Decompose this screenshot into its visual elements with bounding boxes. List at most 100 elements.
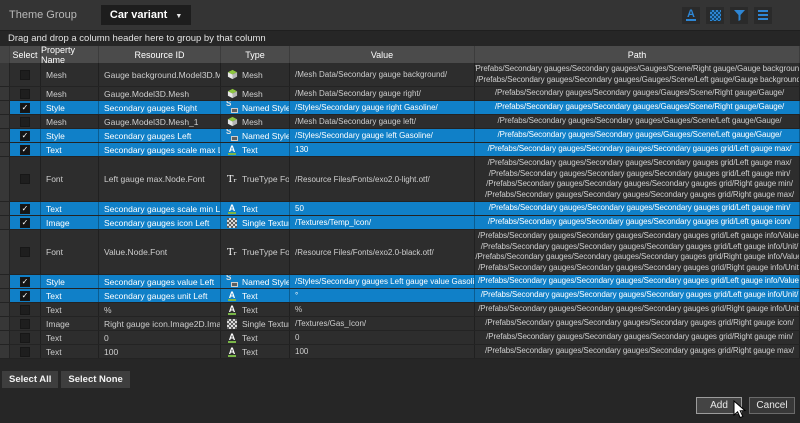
table-row[interactable]: Mesh Gauge background.Model3D.Mesh Mesh … xyxy=(0,63,800,87)
type-cell: TᵣTrueType Font xyxy=(221,157,290,201)
path-cell: /Prefabs/Secondary gauges/Secondary gaug… xyxy=(475,143,800,156)
texture-resources-icon[interactable] xyxy=(706,7,724,24)
dialog-buttons: Add Cancel xyxy=(696,397,795,414)
resource-id-cell: Gauge.Model3D.Mesh_1 xyxy=(99,115,221,128)
path-line: /Prefabs/Secondary gauges/Secondary gaug… xyxy=(478,304,800,315)
path-line: /Prefabs/Secondary gauges/Secondary gaug… xyxy=(488,217,791,228)
path-line: /Prefabs/Secondary gauges/Secondary gaug… xyxy=(497,116,781,127)
type-cell: AText xyxy=(221,289,290,302)
select-none-button[interactable]: Select None xyxy=(61,371,129,388)
property-name-cell: Mesh xyxy=(41,87,99,100)
resource-id-cell: 100 xyxy=(99,345,221,358)
property-name-cell: Mesh xyxy=(41,63,99,86)
property-name-cell: Text xyxy=(41,143,99,156)
named-style-icon: S xyxy=(226,130,238,141)
named-style-icon: S xyxy=(226,276,238,287)
type-cell: AText xyxy=(221,303,290,316)
table-header-row: Select Property Name Resource ID Type Va… xyxy=(0,46,800,63)
table-row[interactable]: ✓ Style Secondary gauges value Left SNam… xyxy=(0,275,800,289)
column-header-select[interactable]: Select xyxy=(10,46,41,63)
type-cell: Single Texture xyxy=(221,317,290,330)
select-cell xyxy=(10,303,41,316)
row-checkbox[interactable]: ✓ xyxy=(20,131,30,141)
property-name-cell: Text xyxy=(41,202,99,215)
path-cell: /Prefabs/Secondary gauges/Secondary gaug… xyxy=(475,317,800,330)
row-checkbox[interactable]: ✓ xyxy=(20,145,30,155)
resource-id-cell: Secondary gauges scale max Left xyxy=(99,143,221,156)
path-line: /Prefabs/Secondary gauges/Secondary gaug… xyxy=(488,158,792,169)
group-by-drop-zone[interactable]: Drag and drop a column header here to gr… xyxy=(0,31,800,46)
path-line: /Prefabs/Secondary gauges/Secondary gaug… xyxy=(478,276,800,287)
row-checkbox[interactable]: ✓ xyxy=(20,103,30,113)
row-checkbox[interactable]: ✓ xyxy=(20,204,30,214)
table-row[interactable]: Text % AText % /Prefabs/Secondary gauges… xyxy=(0,303,800,317)
row-checkbox[interactable] xyxy=(20,89,30,99)
row-gutter xyxy=(0,115,10,128)
table-row[interactable]: Text 100 AText 100 /Prefabs/Secondary ga… xyxy=(0,345,800,359)
row-gutter xyxy=(0,289,10,302)
property-name-cell: Text xyxy=(41,345,99,358)
row-checkbox[interactable] xyxy=(20,174,30,184)
column-header-value[interactable]: Value xyxy=(290,46,475,63)
font-resources-icon[interactable]: A xyxy=(682,7,700,24)
grid-body: Mesh Gauge background.Model3D.Mesh Mesh … xyxy=(0,63,800,359)
column-header-gutter xyxy=(0,46,10,63)
path-cell: /Prefabs/Secondary gauges/Secondary gaug… xyxy=(475,129,800,142)
row-gutter xyxy=(0,157,10,201)
table-row[interactable]: Font Left gauge max.Node.Font TᵣTrueType… xyxy=(0,157,800,202)
table-row[interactable]: ✓ Style Secondary gauges Left SNamed Sty… xyxy=(0,129,800,143)
list-view-icon[interactable] xyxy=(754,7,772,24)
table-row[interactable]: ✓ Image Secondary gauges icon Left Singl… xyxy=(0,216,800,230)
select-cell: ✓ xyxy=(10,216,41,229)
row-checkbox[interactable] xyxy=(20,347,30,357)
row-checkbox[interactable] xyxy=(20,319,30,329)
row-checkbox[interactable] xyxy=(20,333,30,343)
path-cell: /Prefabs/Secondary gauges/Secondary gaug… xyxy=(475,216,800,229)
mesh-icon xyxy=(226,116,238,127)
property-name-cell: Image xyxy=(41,216,99,229)
row-checkbox[interactable]: ✓ xyxy=(20,218,30,228)
theme-group-dialog: Theme Group Car variant ▼ A Drag and dro… xyxy=(0,0,800,423)
row-checkbox[interactable] xyxy=(20,305,30,315)
column-header-type[interactable]: Type xyxy=(221,46,290,63)
variant-dropdown-label: Car variant xyxy=(110,9,167,21)
select-all-button[interactable]: Select All xyxy=(2,371,58,388)
add-button[interactable]: Add xyxy=(696,397,742,414)
column-header-resource-id[interactable]: Resource ID xyxy=(99,46,221,63)
table-row[interactable]: ✓ Text Secondary gauges scale min Left A… xyxy=(0,202,800,216)
column-header-path[interactable]: Path xyxy=(475,46,800,63)
select-cell xyxy=(10,331,41,344)
property-name-cell: Text xyxy=(41,303,99,316)
cancel-button[interactable]: Cancel xyxy=(749,397,795,414)
property-name-cell: Text xyxy=(41,331,99,344)
resource-id-cell: Value.Node.Font xyxy=(99,230,221,274)
truetype-font-icon: Tᵣ xyxy=(226,174,238,185)
table-row[interactable]: ✓ Style Secondary gauges Right SNamed St… xyxy=(0,101,800,115)
row-checkbox[interactable] xyxy=(20,247,30,257)
value-cell: ° xyxy=(290,289,475,302)
table-row[interactable]: Image Right gauge icon.Image2D.Image Sin… xyxy=(0,317,800,331)
single-texture-icon xyxy=(226,318,238,329)
column-header-property-name[interactable]: Property Name xyxy=(41,46,99,63)
property-name-cell: Font xyxy=(41,230,99,274)
type-cell: AText xyxy=(221,143,290,156)
path-line: /Prefabs/Secondary gauges/Secondary gaug… xyxy=(495,88,784,99)
property-name-cell: Text xyxy=(41,289,99,302)
type-label: Single Texture xyxy=(242,319,289,329)
table-row[interactable]: Font Value.Node.Font TᵣTrueType Font /Re… xyxy=(0,230,800,275)
path-cell: /Prefabs/Secondary gauges/Secondary gaug… xyxy=(475,115,800,128)
table-row[interactable]: Mesh Gauge.Model3D.Mesh_1 Mesh /Mesh Dat… xyxy=(0,115,800,129)
row-checkbox[interactable]: ✓ xyxy=(20,291,30,301)
named-style-icon: S xyxy=(226,102,238,113)
row-checkbox[interactable] xyxy=(20,70,30,80)
table-row[interactable]: Text 0 AText 0 /Prefabs/Secondary gauges… xyxy=(0,331,800,345)
variant-dropdown[interactable]: Car variant ▼ xyxy=(101,5,191,25)
table-row[interactable]: ✓ Text Secondary gauges unit Left AText … xyxy=(0,289,800,303)
table-row[interactable]: ✓ Text Secondary gauges scale max Left A… xyxy=(0,143,800,157)
table-row[interactable]: Mesh Gauge.Model3D.Mesh Mesh /Mesh Data/… xyxy=(0,87,800,101)
row-checkbox[interactable] xyxy=(20,117,30,127)
filter-icon[interactable] xyxy=(730,7,748,24)
path-cell: /Prefabs/Secondary gauges/Secondary gaug… xyxy=(475,101,800,114)
row-gutter xyxy=(0,202,10,215)
row-checkbox[interactable]: ✓ xyxy=(20,277,30,287)
